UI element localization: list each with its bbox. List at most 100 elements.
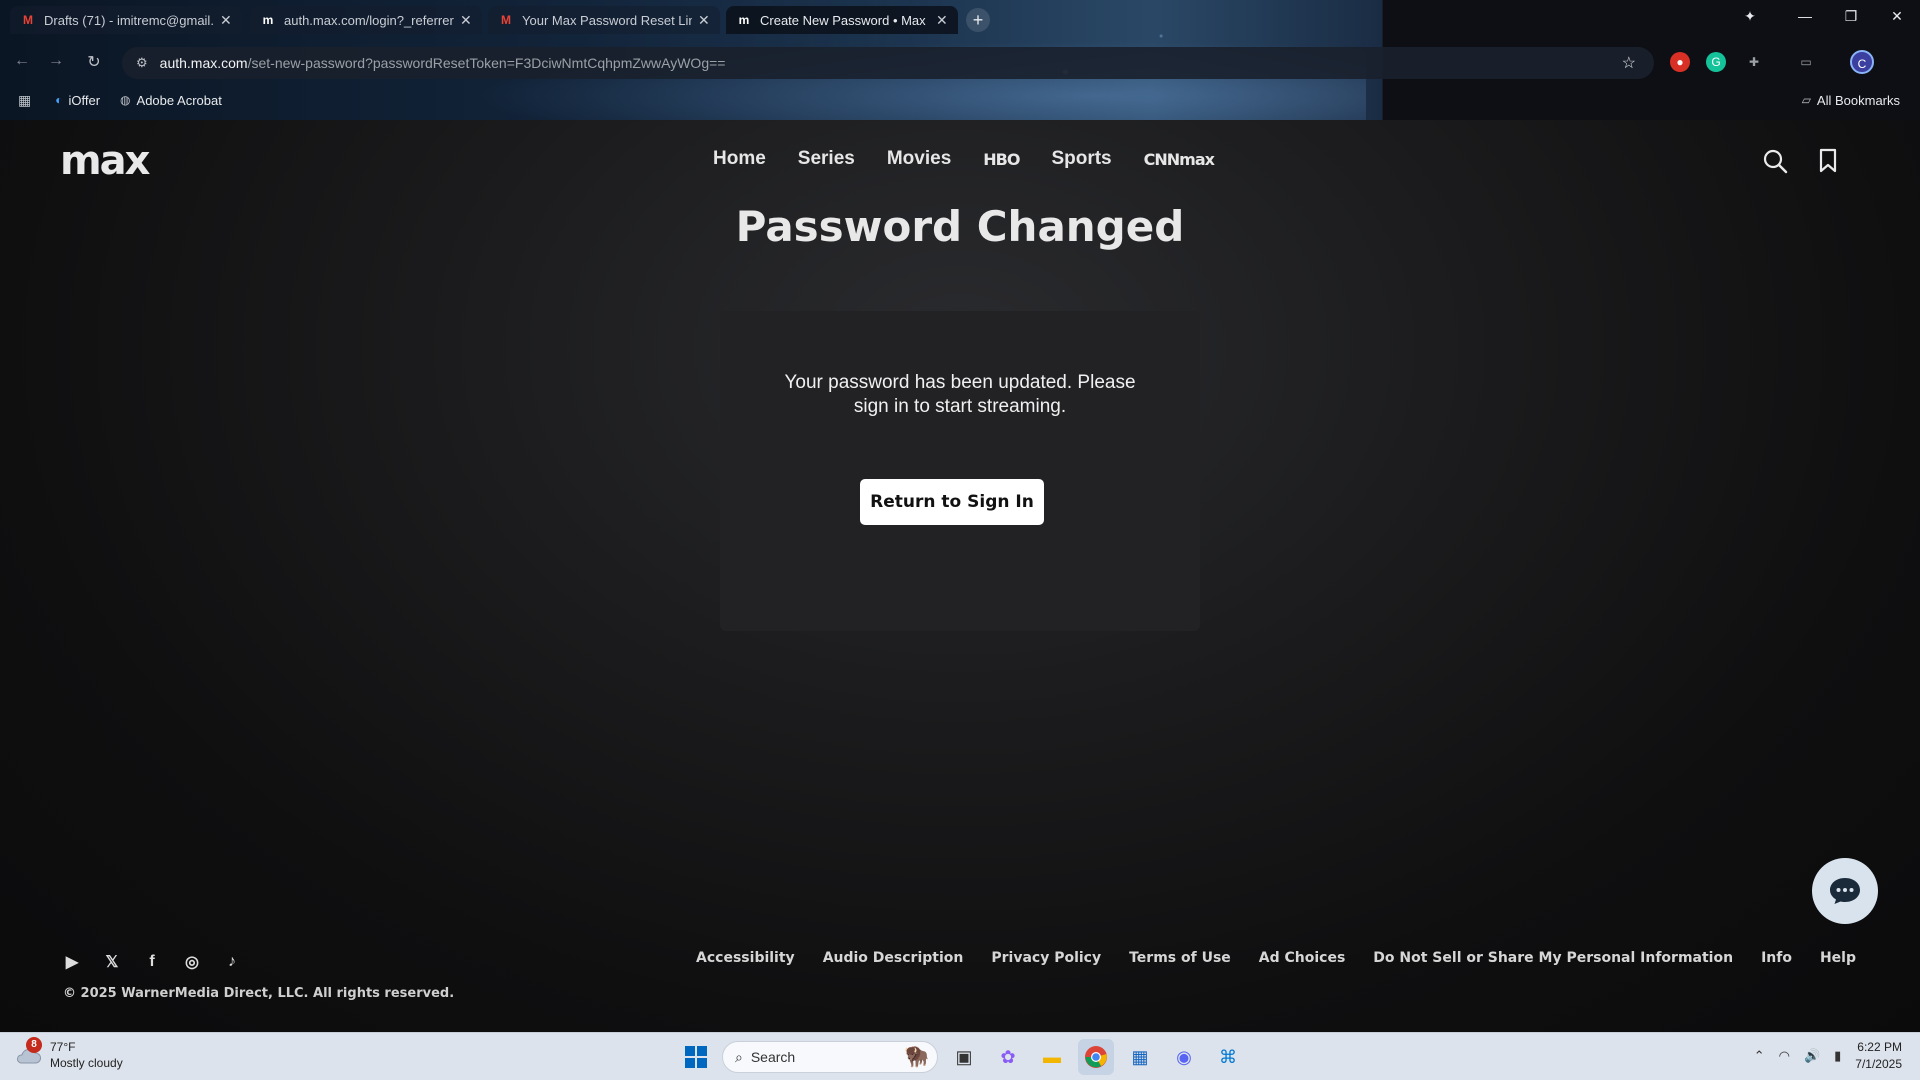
tiktok-icon[interactable]: ♪: [222, 952, 242, 972]
max-logo[interactable]: max: [60, 138, 150, 184]
page-title: Password Changed: [735, 202, 1185, 251]
search-icon: ⌕: [735, 1048, 743, 1065]
footer-link-help[interactable]: Help: [1820, 950, 1856, 966]
taskbar: 8 77°F Mostly cloudy ⌕ Search 🦬 ▣ ✿ ▬ ▦: [0, 1032, 1920, 1080]
tab-max-login[interactable]: m auth.max.com/login?_referrer= ✕: [250, 6, 482, 34]
tab-label: Your Max Password Reset Link: [522, 12, 692, 28]
max-page: max Home Series Movies HBO Sports CNNmax…: [0, 120, 1920, 1032]
footer-link-terms-of-use[interactable]: Terms of Use: [1129, 950, 1231, 966]
tab-gmail-drafts[interactable]: M Drafts (71) - imitremc@gmail.com ✕: [10, 6, 242, 34]
youtube-icon[interactable]: ▶: [62, 952, 82, 972]
footer-link-do-not-sell[interactable]: Do Not Sell or Share My Personal Informa…: [1373, 950, 1733, 966]
file-explorer-icon[interactable]: ▬: [1034, 1039, 1070, 1075]
cloud-icon: 8: [14, 1037, 42, 1069]
sparkle-icon[interactable]: ✦: [1735, 8, 1765, 25]
forward-icon[interactable]: →: [46, 52, 66, 70]
url-path: /set-new-password?passwordResetToken=F3D…: [247, 55, 726, 71]
system-tray: ⌃ ◠ 🔊 ▮ 6:22 PM 7/1/2025: [1754, 1039, 1902, 1073]
clock-date: 7/1/2025: [1855, 1057, 1902, 1071]
globe-icon: ◍: [120, 93, 131, 107]
microsoft-store-icon[interactable]: ▦: [1122, 1039, 1158, 1075]
folder-icon: ▱: [1801, 93, 1811, 107]
max-icon: m: [738, 13, 750, 27]
minimize-button[interactable]: —: [1790, 8, 1820, 24]
tab-create-password[interactable]: m Create New Password • Max ✕: [726, 6, 958, 34]
wifi-icon[interactable]: ◠: [1779, 1048, 1790, 1064]
browser-toolbar: ← → ↻ ⚙ auth.max.com/set-new-password?pa…: [0, 44, 1920, 80]
close-icon[interactable]: ✕: [220, 12, 232, 29]
confirmation-message: Your password has been updated. Please s…: [784, 372, 1136, 417]
discord-icon[interactable]: ◉: [1166, 1039, 1202, 1075]
nav-movies[interactable]: Movies: [887, 148, 951, 170]
back-icon[interactable]: ←: [12, 52, 32, 70]
main-nav: Home Series Movies HBO Sports CNNmax: [713, 148, 1246, 170]
bookmarks-bar: ▦ ◐ iOffer ◍ Adobe Acrobat ▱ All Bookmar…: [0, 88, 1920, 112]
all-bookmarks-label: All Bookmarks: [1816, 92, 1900, 108]
bookmark-adobe-acrobat[interactable]: ◍ Adobe Acrobat: [120, 93, 222, 108]
nav-series[interactable]: Series: [798, 148, 855, 170]
close-icon[interactable]: ✕: [698, 12, 710, 29]
browser-chrome: M Drafts (71) - imitremc@gmail.com ✕ m a…: [0, 0, 1920, 120]
x-icon[interactable]: 𝕏: [102, 952, 122, 972]
bookmark-ioffer[interactable]: ◐ iOffer: [55, 93, 100, 108]
windows-start-icon[interactable]: [678, 1039, 714, 1075]
tab-gmail-reset[interactable]: M Your Max Password Reset Link ✕: [488, 6, 720, 34]
extension-red-icon[interactable]: ●: [1670, 52, 1690, 72]
weather-badge: 8: [26, 1037, 42, 1053]
screen: M Drafts (71) - imitremc@gmail.com ✕ m a…: [0, 0, 1920, 1080]
battery-icon[interactable]: ▮: [1834, 1048, 1841, 1064]
nav-hbo[interactable]: HBO: [983, 150, 1020, 169]
url-host: auth.max.com: [159, 55, 248, 71]
extensions-puzzle-icon[interactable]: ✚: [1744, 52, 1764, 72]
side-panel-icon[interactable]: ▭: [1796, 52, 1816, 72]
site-info-icon[interactable]: ⚙: [136, 55, 148, 71]
apps-grid-icon[interactable]: ▦: [18, 92, 31, 109]
bison-widget-icon: 🦬: [904, 1046, 929, 1068]
nav-cnnmax[interactable]: CNNmax: [1144, 150, 1215, 169]
tab-label: auth.max.com/login?_referrer=: [284, 12, 454, 28]
nav-home[interactable]: Home: [713, 148, 766, 170]
footer-link-info[interactable]: Info: [1761, 950, 1792, 966]
footer-link-privacy-policy[interactable]: Privacy Policy: [991, 950, 1101, 966]
gmail-icon: M: [501, 13, 511, 27]
copilot-icon[interactable]: ✿: [990, 1039, 1026, 1075]
footer-link-accessibility[interactable]: Accessibility: [696, 950, 795, 966]
chat-bubble-icon: [1830, 878, 1860, 904]
address-bar[interactable]: ⚙ auth.max.com/set-new-password?password…: [122, 47, 1654, 79]
grammarly-icon[interactable]: G: [1706, 52, 1726, 72]
bookmark-star-icon[interactable]: ☆: [1622, 53, 1636, 73]
close-window-button[interactable]: ✕: [1882, 8, 1912, 25]
search-icon[interactable]: [1762, 148, 1788, 179]
copyright: © 2025 WarnerMedia Direct, LLC. All righ…: [63, 986, 455, 1001]
weather-widget[interactable]: 8 77°F Mostly cloudy: [14, 1037, 123, 1071]
chevron-up-icon[interactable]: ⌃: [1754, 1048, 1765, 1064]
ioffer-icon: ◐: [55, 93, 63, 107]
nav-sports[interactable]: Sports: [1051, 148, 1111, 170]
all-bookmarks[interactable]: ▱ All Bookmarks: [1802, 93, 1900, 108]
gmail-icon: M: [23, 13, 33, 27]
vscode-icon[interactable]: ⌘: [1210, 1039, 1246, 1075]
taskbar-apps: ⌕ Search 🦬 ▣ ✿ ▬ ▦ ◉ ⌘: [678, 1039, 1254, 1075]
taskbar-search-placeholder: Search: [750, 1049, 796, 1065]
taskbar-search[interactable]: ⌕ Search 🦬: [722, 1041, 938, 1073]
confirmation-card: Your password has been updated. Please s…: [720, 311, 1200, 631]
chat-button[interactable]: [1812, 858, 1878, 924]
volume-icon[interactable]: 🔊: [1804, 1048, 1820, 1064]
clock-time: 6:22 PM: [1857, 1040, 1902, 1054]
chrome-icon[interactable]: [1078, 1039, 1114, 1075]
footer-link-audio-description[interactable]: Audio Description: [823, 950, 964, 966]
restore-button[interactable]: ❐: [1836, 8, 1866, 25]
facebook-icon[interactable]: f: [142, 952, 162, 972]
clock[interactable]: 6:22 PM 7/1/2025: [1855, 1039, 1902, 1073]
reload-icon[interactable]: ↻: [84, 52, 104, 72]
new-tab-button[interactable]: +: [966, 8, 990, 32]
profile-avatar[interactable]: C: [1850, 50, 1874, 74]
close-icon[interactable]: ✕: [460, 12, 472, 29]
bookmark-icon[interactable]: [1818, 148, 1838, 179]
task-view-icon[interactable]: ▣: [946, 1039, 982, 1075]
close-icon[interactable]: ✕: [936, 12, 948, 29]
instagram-icon[interactable]: ◎: [182, 952, 202, 972]
footer-link-ad-choices[interactable]: Ad Choices: [1259, 950, 1346, 966]
social-links: ▶ 𝕏 f ◎ ♪: [62, 952, 262, 972]
return-to-sign-in-button[interactable]: Return to Sign In: [860, 479, 1044, 525]
